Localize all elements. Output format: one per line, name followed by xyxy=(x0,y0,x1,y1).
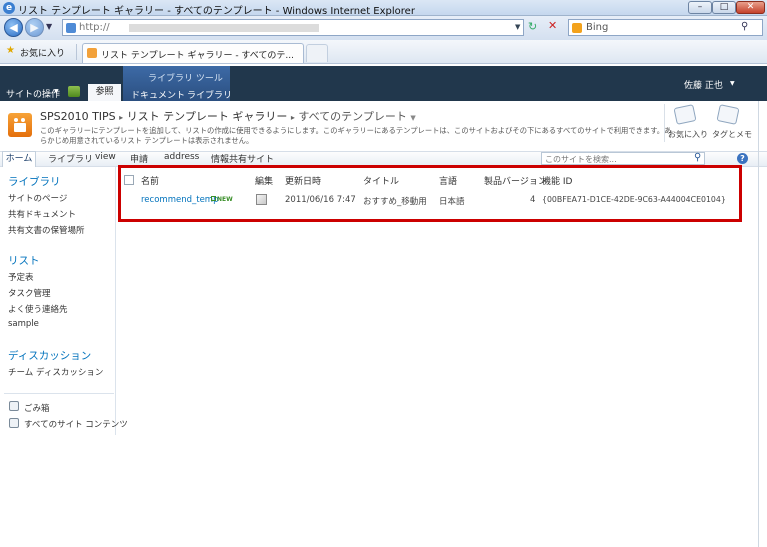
view-dropdown-icon[interactable]: ▼ xyxy=(410,114,415,122)
new-badge-text: NEW xyxy=(217,196,233,203)
row-product-version: 4 xyxy=(530,195,536,205)
leftnav-item-shared-documents[interactable]: 共有ドキュメント xyxy=(8,208,76,220)
help-icon[interactable]: ? xyxy=(737,153,748,164)
leftnav-item-site-pages[interactable]: サイトのページ xyxy=(8,192,67,204)
column-header-name[interactable]: 名前 xyxy=(141,174,159,187)
site-search-placeholder: このサイトを検索... xyxy=(545,155,617,164)
column-header-title[interactable]: タイトル xyxy=(363,174,399,187)
column-header-modified[interactable]: 更新日時 xyxy=(285,174,321,187)
site-content-icon xyxy=(9,418,19,428)
breadcrumb-site[interactable]: SPS2010 TIPS xyxy=(40,110,116,123)
leftnav-item-team-discussion[interactable]: チーム ディスカッション xyxy=(8,366,103,378)
window-titlebar: e リスト テンプレート ギャラリー - すべてのテンプレート - Window… xyxy=(0,0,767,17)
user-dropdown-icon[interactable]: ▼ xyxy=(730,80,735,87)
stop-icon[interactable]: ✕ xyxy=(548,19,557,32)
history-dropdown-icon[interactable]: ▼ xyxy=(46,22,52,31)
search-icon[interactable]: ⚲ xyxy=(694,152,701,163)
bing-label: Bing xyxy=(586,22,609,33)
recycle-bin-icon xyxy=(9,401,19,411)
divider xyxy=(76,44,77,60)
row-feature-id: {00BFEA71-D1CE-42DE-9C63-A44004CE0104} xyxy=(542,195,726,204)
new-badge: NEW xyxy=(211,196,233,203)
column-header-edit[interactable]: 編集 xyxy=(255,174,273,187)
user-menu[interactable]: 佐藤 正也 xyxy=(684,78,723,91)
address-toolbar: ◀ ▶ ▼ http:// ▼ ↻ ✕ Bing ⚲ xyxy=(0,16,767,40)
address-dropdown-icon[interactable]: ▼ xyxy=(515,23,520,31)
contextual-group-label: ライブラリ ツール xyxy=(148,74,223,84)
logo-dot xyxy=(14,118,18,122)
tab-browse[interactable]: 参照 xyxy=(88,84,121,101)
leftnav-heading-lists[interactable]: リスト xyxy=(8,253,40,268)
leftnav-heading-libraries[interactable]: ライブラリ xyxy=(8,174,61,189)
leftnav-heading-discussions[interactable]: ディスカッション xyxy=(8,348,91,363)
logo-dot xyxy=(21,118,25,122)
close-button[interactable]: ✕ xyxy=(736,1,765,14)
divider xyxy=(664,104,665,142)
column-header-language[interactable]: 言語 xyxy=(439,174,457,187)
page-description-line2: らかじめ用意されているリスト テンプレートは表示されません。 xyxy=(40,136,254,145)
window-title: リスト テンプレート ギャラリー - すべてのテンプレート - Windows … xyxy=(18,6,415,17)
site-actions-dropdown-icon[interactable]: ▼ xyxy=(54,88,59,95)
row-title: おすすめ_移動用 xyxy=(363,197,427,207)
favorites-bar: ★ お気に入り リスト テンプレート ギャラリー - すべてのテ... xyxy=(0,40,767,64)
favorites-button[interactable]: お気に入り xyxy=(20,46,65,59)
forward-arrow-icon[interactable]: ▶ xyxy=(25,18,44,37)
row-modified: 2011/06/16 7:47 xyxy=(285,195,356,205)
favorites-star-icon: ★ xyxy=(6,45,15,56)
tags-notes-label[interactable]: タグとメモ xyxy=(712,129,752,140)
leftnav-item-contacts[interactable]: よく使う連絡先 xyxy=(8,303,68,315)
breadcrumb-page[interactable]: リスト テンプレート ギャラリー xyxy=(127,110,288,123)
leftnav-item-task-management[interactable]: タスク管理 xyxy=(8,287,51,299)
like-it-label[interactable]: お気に入り xyxy=(668,129,708,140)
divider xyxy=(4,393,114,394)
address-field[interactable]: http:// ▼ xyxy=(62,19,524,36)
new-tab-button[interactable] xyxy=(306,44,328,62)
redacted-url xyxy=(129,24,319,32)
select-all-checkbox[interactable] xyxy=(124,175,134,185)
edit-document-icon[interactable] xyxy=(256,194,267,205)
site-search-field[interactable]: このサイトを検索... xyxy=(541,152,705,165)
topnav-item-info-sharing[interactable]: 情報共有サイト xyxy=(211,152,274,165)
logo-mark xyxy=(14,123,26,132)
site-actions-menu[interactable]: サイトの操作 xyxy=(6,87,60,100)
tab-library[interactable]: ライブラリ xyxy=(187,88,232,101)
back-arrow-icon[interactable]: ◀ xyxy=(4,18,23,37)
tab-documents[interactable]: ドキュメント xyxy=(131,88,185,101)
page-icon xyxy=(66,23,76,33)
topnav-item-address[interactable]: address xyxy=(164,152,199,162)
leftnav-recycle-bin[interactable]: ごみ箱 xyxy=(24,402,50,414)
column-header-product-version[interactable]: 製品バージョン xyxy=(484,174,547,187)
topnav-item-view[interactable]: view xyxy=(95,152,116,162)
navigate-up-icon[interactable] xyxy=(68,86,80,97)
browser-tab[interactable]: リスト テンプレート ギャラリー - すべてのテ... xyxy=(82,43,304,63)
search-icon[interactable]: ⚲ xyxy=(741,21,748,32)
breadcrumb-separator: ▸ xyxy=(119,113,124,122)
address-text: http:// xyxy=(79,22,110,33)
tab-title: リスト テンプレート ギャラリー - すべてのテ... xyxy=(101,51,295,61)
breadcrumb-separator: ▸ xyxy=(290,113,295,122)
leftnav-all-site-content[interactable]: すべてのサイト コンテンツ xyxy=(24,418,128,430)
sharepoint-favicon-icon xyxy=(87,48,97,58)
minimize-button[interactable]: – xyxy=(688,1,712,14)
ie-logo-icon: e xyxy=(3,2,15,14)
topnav-item-libraries[interactable]: ライブラリ xyxy=(48,152,93,165)
row-name-link[interactable]: recommend_temp xyxy=(141,195,218,205)
breadcrumb-view[interactable]: すべてのテンプレート xyxy=(298,110,406,123)
row-language: 日本語 xyxy=(439,197,465,207)
leftnav-item-document-storage[interactable]: 共有文書の保管場所 xyxy=(8,224,85,236)
leftnav-item-sample[interactable]: sample xyxy=(8,319,39,329)
bing-logo-icon xyxy=(572,23,582,33)
topnav-item-request[interactable]: 申請 xyxy=(130,152,148,165)
topnav-home[interactable]: ホーム xyxy=(2,151,36,167)
column-header-feature-id[interactable]: 機能 ID xyxy=(542,174,572,187)
page-description-line1: このギャラリーにテンプレートを追加して、リストの作成に使用できるようにします。こ… xyxy=(40,126,672,135)
site-logo-icon[interactable] xyxy=(8,113,32,137)
page-right-border xyxy=(758,101,759,547)
bing-search-field[interactable]: Bing ⚲ xyxy=(568,19,763,36)
breadcrumb: SPS2010 TIPS ▸ リスト テンプレート ギャラリー ▸ すべてのテン… xyxy=(40,108,416,124)
maximize-button[interactable]: □ xyxy=(712,1,736,14)
refresh-icon[interactable]: ↻ xyxy=(528,20,537,33)
leftnav-item-calendar[interactable]: 予定表 xyxy=(8,271,34,283)
new-badge-icon xyxy=(211,196,216,201)
